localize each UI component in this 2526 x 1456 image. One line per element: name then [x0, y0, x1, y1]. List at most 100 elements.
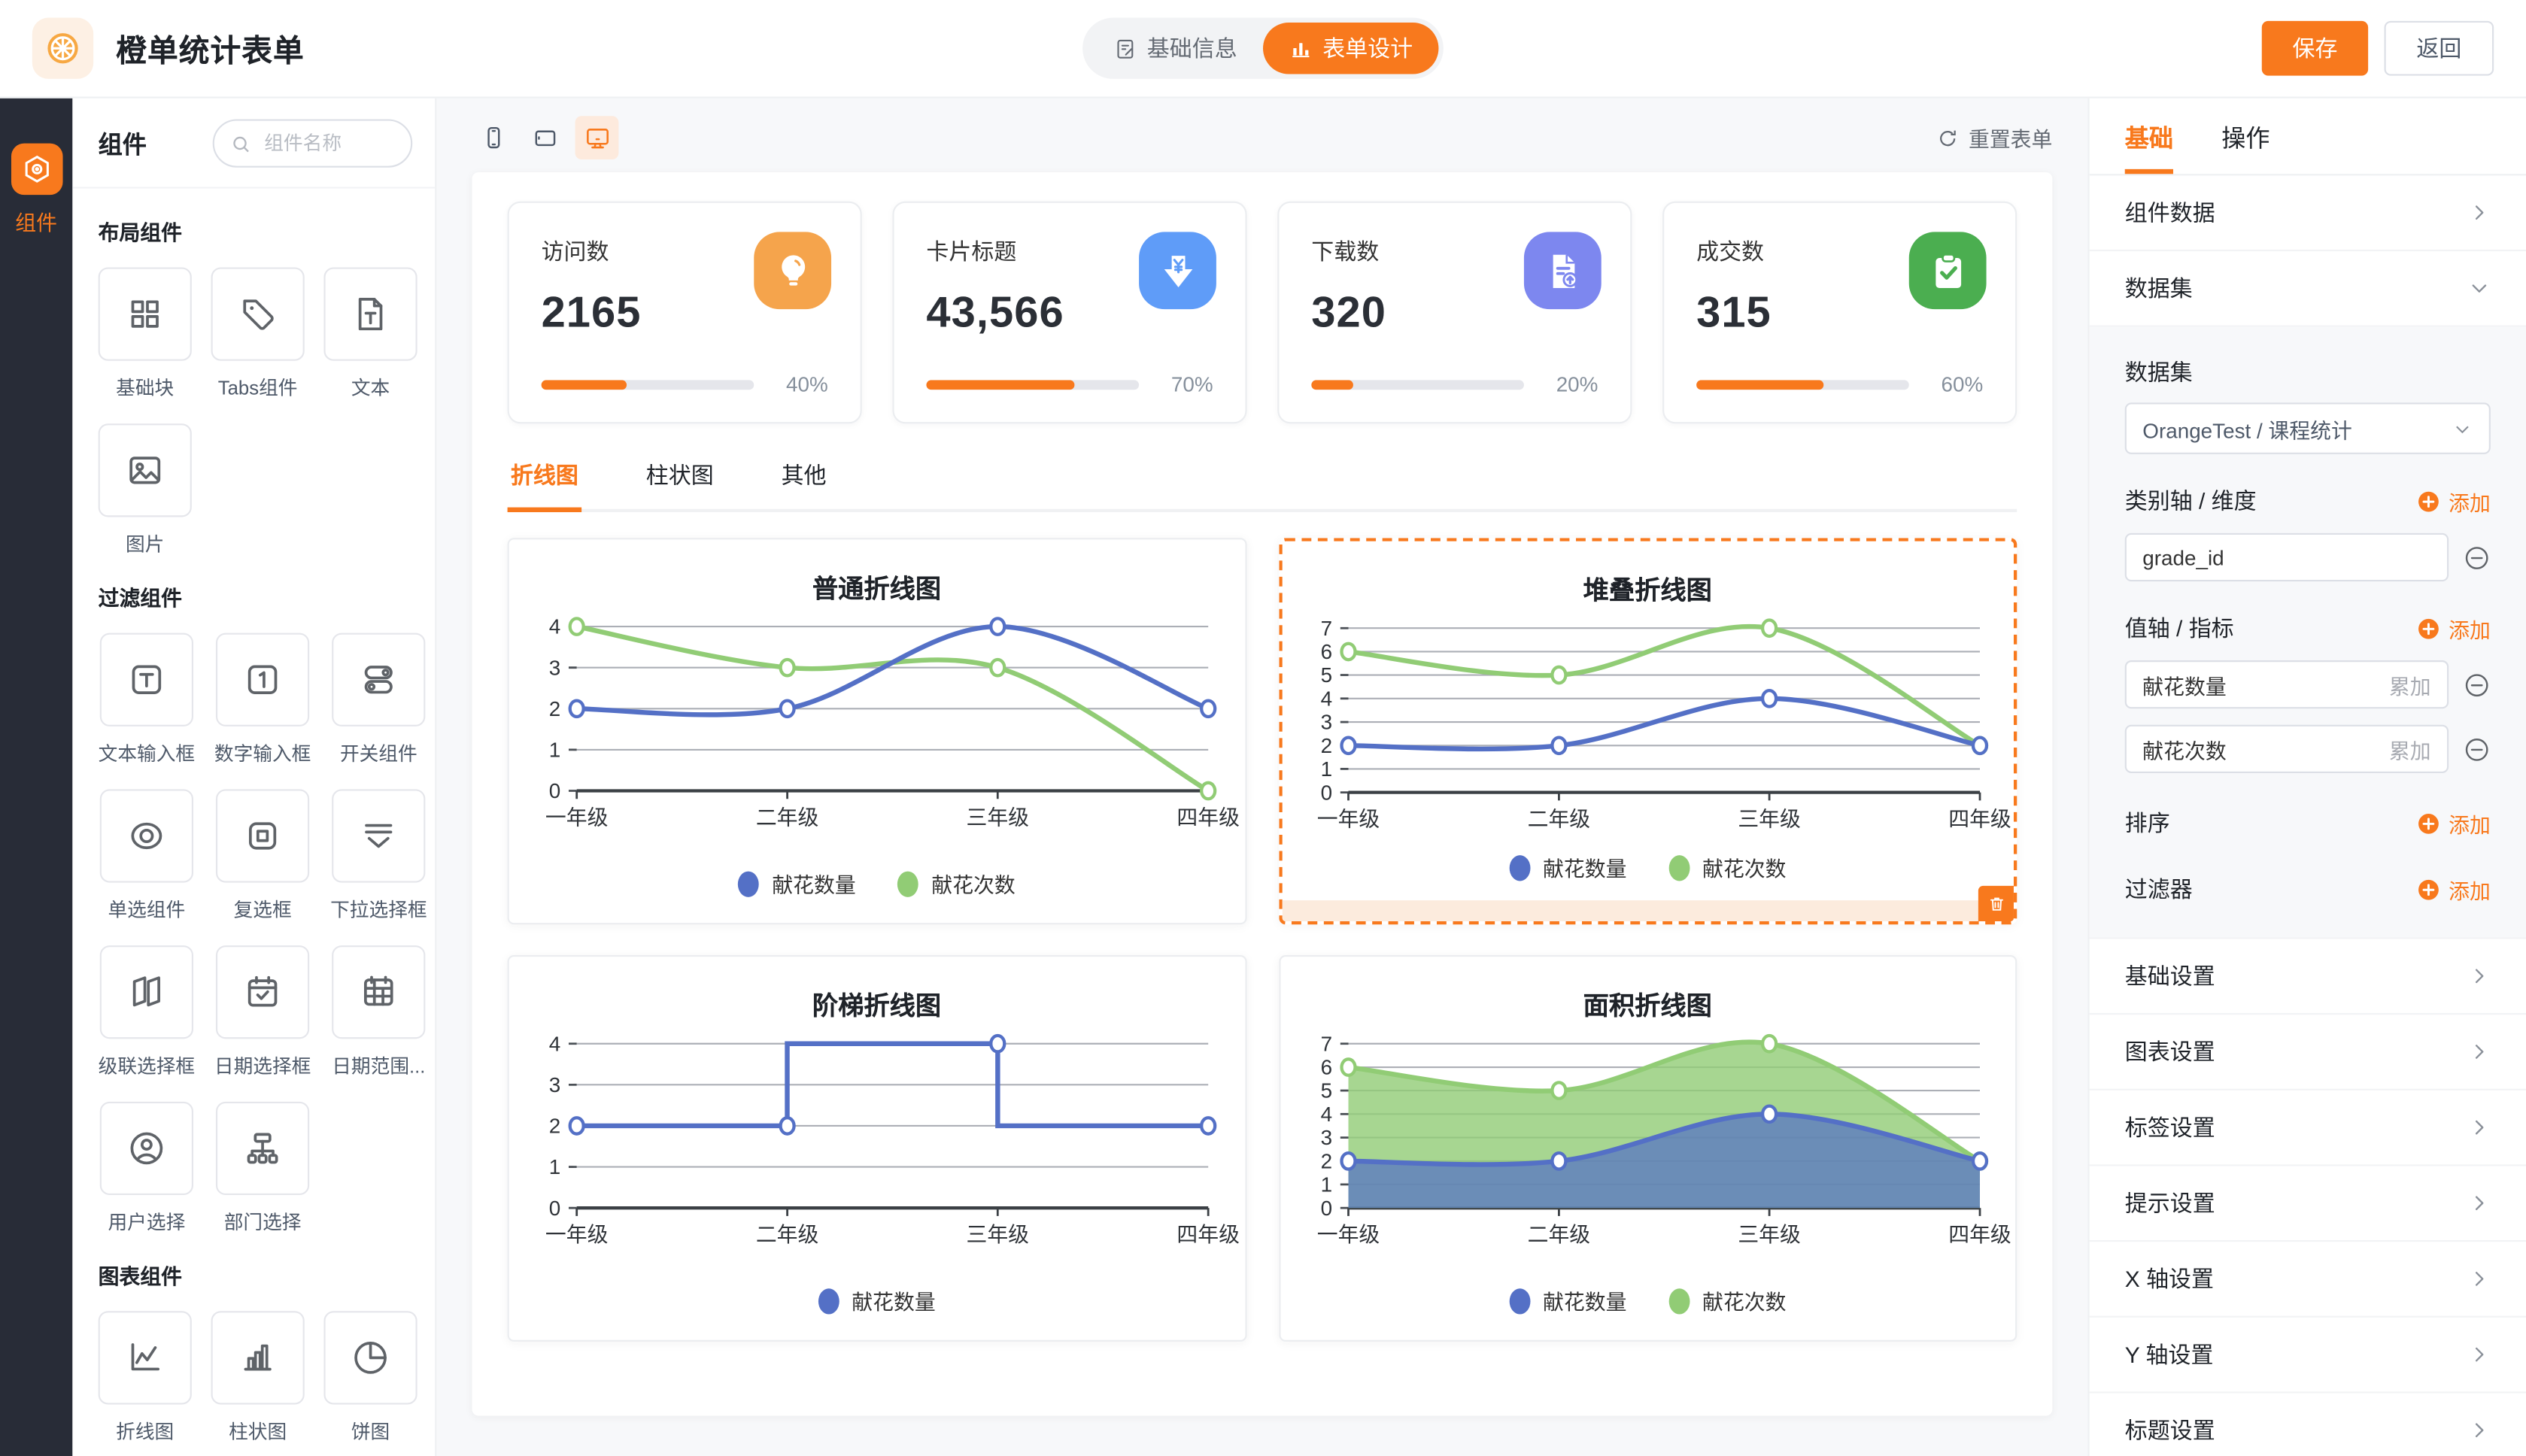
chart-tab-折线图[interactable]: 折线图: [511, 459, 578, 508]
add-filter-button[interactable]: 添加: [2416, 874, 2491, 905]
legend-item-献花次数[interactable]: 献花次数: [1668, 1285, 1786, 1316]
mode-tab-基础信息[interactable]: 基础信息: [1088, 23, 1263, 74]
component-item-日期选择框[interactable]: 日期选择框: [214, 945, 311, 1079]
remove-field-button[interactable]: [2463, 544, 2490, 571]
charts-grid: 普通折线图01234一年级二年级三年级四年级献花数量献花次数堆叠折线图01234…: [508, 538, 2017, 1342]
reset-form-button[interactable]: 重置表单: [1936, 123, 2052, 153]
component-item-数字输入框[interactable]: 数字输入框: [214, 633, 311, 767]
svg-text:一年级: 一年级: [1316, 808, 1379, 831]
device-tablet-button[interactable]: [524, 116, 567, 159]
legend-item-献花次数[interactable]: 献花次数: [1668, 852, 1786, 883]
component-item-文本[interactable]: 文本: [323, 268, 417, 402]
inspector-row-数据集[interactable]: 数据集: [2090, 251, 2526, 327]
components-button[interactable]: [11, 144, 62, 196]
metrics-label: 值轴 / 指标: [2125, 612, 2234, 645]
progress-track: [542, 379, 754, 389]
settings-row-提示设置[interactable]: 提示设置: [2090, 1166, 2526, 1242]
add-metric-button[interactable]: 添加: [2416, 613, 2491, 644]
component-item-饼图[interactable]: 饼图: [323, 1311, 417, 1445]
left-rail: 组件: [0, 99, 72, 1456]
settings-row-X 轴设置[interactable]: X 轴设置: [2090, 1242, 2526, 1318]
stat-card-下载数[interactable]: 下载数32020%: [1277, 202, 1632, 424]
component-item-图片[interactable]: 图片: [99, 423, 192, 557]
legend-item-献花数量[interactable]: 献花数量: [818, 1285, 935, 1316]
component-item-下拉选择框[interactable]: 下拉选择框: [330, 789, 427, 923]
component-item-用户选择[interactable]: 用户选择: [99, 1102, 196, 1236]
add-dimension-button[interactable]: 添加: [2416, 486, 2491, 517]
settings-row-标题设置[interactable]: 标题设置: [2090, 1393, 2526, 1456]
svg-text:一年级: 一年级: [545, 805, 608, 829]
svg-text:4: 4: [549, 615, 560, 639]
legend-marker: [897, 871, 918, 896]
field-献花数量[interactable]: 献花数量累加: [2125, 660, 2449, 708]
canvas-toolbar: 重置表单: [436, 99, 2087, 173]
component-search[interactable]: [213, 119, 413, 167]
orange-citrus-icon: [44, 29, 82, 68]
legend-item-献花数量[interactable]: 献花数量: [1509, 852, 1626, 883]
components-panel: 组件 布局组件基础块Tabs组件文本图片过滤组件文本输入框数字输入框开关组件单选…: [72, 99, 436, 1456]
settings-rows: 基础设置图表设置标签设置提示设置 X 轴设置Y 轴设置标题设置: [2090, 939, 2526, 1456]
back-button[interactable]: 返回: [2385, 21, 2494, 76]
header-actions: 保存 返回: [2262, 21, 2494, 76]
component-item-Tabs组件[interactable]: Tabs组件: [211, 268, 305, 402]
component-search-input[interactable]: [261, 130, 395, 156]
chart-widget-area-line[interactable]: 面积折线图01234567一年级二年级三年级四年级献花数量献花次数: [1278, 955, 2017, 1342]
save-button[interactable]: 保存: [2262, 21, 2368, 76]
device-desktop-button[interactable]: [575, 116, 619, 159]
component-item-基础块[interactable]: 基础块: [99, 268, 192, 402]
settings-row-基础设置[interactable]: 基础设置: [2090, 939, 2526, 1015]
inspector-tab-基础[interactable]: 基础: [2125, 121, 2173, 174]
svg-text:四年级: 四年级: [1948, 808, 2011, 831]
component-item-柱状图[interactable]: 柱状图: [211, 1311, 305, 1445]
component-item-部门选择[interactable]: 部门选择: [214, 1102, 311, 1236]
legend-item-献花数量[interactable]: 献花数量: [738, 868, 855, 899]
svg-text:一年级: 一年级: [1316, 1223, 1379, 1246]
component-label: 级联选择框: [99, 1051, 196, 1078]
stat-card-访问数[interactable]: 访问数216540%: [508, 202, 862, 424]
svg-text:一年级: 一年级: [545, 1223, 608, 1246]
legend-item-献花次数[interactable]: 献花次数: [897, 868, 1015, 899]
chart-widget-stacked-line[interactable]: 堆叠折线图01234567一年级二年级三年级四年级献花数量献花次数: [1278, 538, 2017, 924]
settings-row-标签设置[interactable]: 标签设置: [2090, 1090, 2526, 1166]
chart-widget-step-line[interactable]: 阶梯折线图01234一年级二年级三年级四年级献花数量: [508, 955, 1246, 1342]
component-item-日期范围...[interactable]: 日期范围...: [330, 945, 427, 1079]
field-献花次数[interactable]: 献花次数累加: [2125, 725, 2449, 773]
bulb-icon: [754, 232, 831, 309]
component-item-单选组件[interactable]: 单选组件: [99, 789, 196, 923]
progress-percent: 70%: [1160, 372, 1213, 396]
rail-item-label: 组件: [15, 206, 57, 237]
component-item-开关组件[interactable]: 开关组件: [330, 633, 427, 767]
chevron-right-icon: [2468, 1040, 2491, 1063]
chart-tab-其他[interactable]: 其他: [782, 459, 827, 508]
settings-row-Y 轴设置[interactable]: Y 轴设置: [2090, 1318, 2526, 1394]
rail-item-components[interactable]: 组件: [0, 144, 72, 237]
inspector-tab-操作[interactable]: 操作: [2221, 121, 2269, 174]
svg-text:二年级: 二年级: [1527, 1223, 1589, 1246]
stat-card-成交数[interactable]: 成交数31560%: [1662, 202, 2017, 424]
settings-row-图表设置[interactable]: 图表设置: [2090, 1015, 2526, 1090]
chart-tab-柱状图[interactable]: 柱状图: [646, 459, 714, 508]
switch-icon: [332, 633, 425, 726]
svg-text:1: 1: [549, 739, 560, 762]
component-label: 数字输入框: [214, 739, 311, 766]
dataset-select[interactable]: OrangeTest / 课程统计: [2125, 402, 2491, 454]
row-label: 提示设置: [2125, 1187, 2215, 1219]
chart-title: 堆叠折线图: [1282, 569, 2014, 607]
add-sort-button[interactable]: 添加: [2416, 808, 2491, 839]
delete-widget-button[interactable]: [1978, 886, 2014, 921]
inspector-row-组件数据[interactable]: 组件数据: [2090, 175, 2526, 251]
component-item-折线图[interactable]: 折线图: [99, 1311, 192, 1445]
chart-widget-normal-line[interactable]: 普通折线图01234一年级二年级三年级四年级献花数量献花次数: [508, 538, 1246, 924]
remove-field-button[interactable]: [2463, 736, 2490, 763]
stat-card-progress: 60%: [1696, 372, 1983, 396]
component-item-级联选择框[interactable]: 级联选择框: [99, 945, 196, 1079]
chevron-right-icon: [2468, 1116, 2491, 1139]
mode-tab-表单设计[interactable]: 表单设计: [1263, 23, 1438, 74]
component-item-文本输入框[interactable]: 文本输入框: [99, 633, 196, 767]
stat-card-卡片标题[interactable]: 卡片标题43,56670%: [892, 202, 1246, 424]
device-phone-button[interactable]: [472, 116, 515, 159]
component-item-复选框[interactable]: 复选框: [214, 789, 311, 923]
remove-field-button[interactable]: [2463, 671, 2490, 698]
legend-item-献花数量[interactable]: 献花数量: [1509, 1285, 1626, 1316]
field-grade_id[interactable]: grade_id: [2125, 533, 2449, 581]
